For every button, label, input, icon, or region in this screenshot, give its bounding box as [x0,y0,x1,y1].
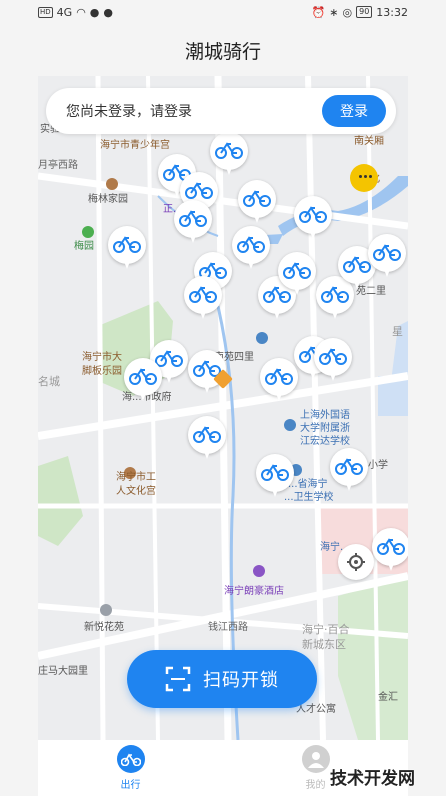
map-label: 新悦花苑 [84,622,124,633]
bike-icon [189,286,217,303]
map-label: 江宏达学校 [300,436,350,447]
bike-icon [237,236,265,253]
bike-icon [116,745,145,773]
map-label: 名城 [38,375,60,388]
bike-marker[interactable] [184,276,222,322]
map-label: 海宁·百合 [302,623,350,636]
scan-icon [165,666,191,692]
page-title: 潮城骑行 [184,40,261,63]
tab-ride[interactable]: 出行 [81,745,181,791]
locate-icon [347,553,365,571]
bike-icon [215,142,243,159]
map-label: 金汇 [378,692,398,703]
login-prompt-text: 您尚未登录，请登录 [66,104,192,120]
map-label: 海宁市大 [82,352,122,363]
poi-icon [256,332,268,344]
battery-icon: 90 [356,6,373,18]
bike-marker[interactable] [232,226,270,272]
map-label: 梅林家园 [88,194,128,205]
map-view[interactable]: 实验... 海宁市青少年宫 月亭西路 梅林家园 正...广场 梅园 南关厢 文化… [38,76,408,740]
bike-marker[interactable] [174,200,212,246]
app-header: 潮城骑行 [38,24,408,76]
bike-icon [377,538,405,555]
location-icon: ◎ [342,5,353,19]
watermark-text: 技术开发网 [330,769,415,789]
status-right: ⏰ ∗ ◎ 90 13:32 [312,6,408,19]
bike-marker[interactable] [314,338,352,384]
signal-icon: 4G [56,5,73,19]
login-prompt-card: 您尚未登录，请登录 登录 [46,88,396,134]
bike-icon [343,256,371,273]
map-label: 脚板乐园 [82,366,122,377]
poi-icon [82,226,94,238]
bike-icon [243,190,271,207]
bike-marker[interactable] [238,180,276,226]
bike-icon [113,236,141,253]
tab-ride-label: 出行 [120,780,141,791]
map-label: 南关厢 [354,136,384,147]
map-label: 海宁市工 [116,472,156,483]
bike-marker[interactable] [210,132,248,178]
map-label: 小学 [368,460,388,471]
bike-marker[interactable] [108,226,146,272]
tab-mine-label: 我的 [305,780,326,791]
bike-icon [129,368,157,385]
user-icon [301,745,330,773]
map-label: 大学附属浙 [300,423,350,434]
login-button[interactable]: 登录 [322,95,386,127]
bike-icon [179,210,207,227]
weibo-icon: ● [89,5,100,19]
bike-marker[interactable] [124,358,162,404]
wifi-icon: ◠ [76,5,86,19]
poi-icon [284,419,296,431]
alarm-icon: ⏰ [311,5,326,19]
hd-badge: HD [38,6,53,18]
map-label: 人才公寓 [296,704,336,715]
bike-icon [265,368,293,385]
user-avatar-marker[interactable] [350,164,378,192]
locate-button[interactable] [338,544,374,580]
map-label: 人文化宫 [116,486,156,497]
bike-icon [193,426,221,443]
bike-icon [319,348,347,365]
bike-marker[interactable] [368,234,406,280]
scan-unlock-button[interactable]: 扫码开锁 [127,650,317,708]
bike-marker[interactable] [260,358,298,404]
bike-marker[interactable] [256,454,294,500]
map-label: 庄马大园里 [38,666,88,677]
bike-marker[interactable] [330,448,368,494]
clock-time: 13:32 [376,5,408,19]
bike-marker[interactable] [372,528,408,574]
map-label: 钱江西路 [208,622,248,633]
bike-icon [185,182,213,199]
map-label: 星 [392,325,403,338]
bike-icon [283,262,311,279]
status-left: HD 4G ◠ ● ● [38,6,113,19]
chat-icon: ● [103,5,114,19]
map-label: 月亭西路 [38,160,78,171]
bike-marker[interactable] [188,416,226,462]
scan-unlock-label: 扫码开锁 [203,670,279,691]
poi-icon [100,604,112,616]
map-label: 新城东区 [302,638,346,651]
bike-icon [261,464,289,481]
bluetooth-icon: ∗ [329,5,339,19]
bike-marker[interactable] [278,252,316,298]
map-label: 上海外国语 [300,410,350,421]
bike-marker[interactable] [294,196,332,242]
poi-icon [106,178,118,190]
bike-icon [373,244,401,261]
map-label: 梅园 [74,241,94,252]
map-label: 海宁朗豪酒店 [224,586,284,597]
status-bar: HD 4G ◠ ● ● ⏰ ∗ ◎ 90 13:32 [38,0,408,24]
map-label: 海宁市青少年宫 [100,140,170,151]
bike-icon [335,458,363,475]
bike-icon [299,206,327,223]
poi-icon [253,565,265,577]
